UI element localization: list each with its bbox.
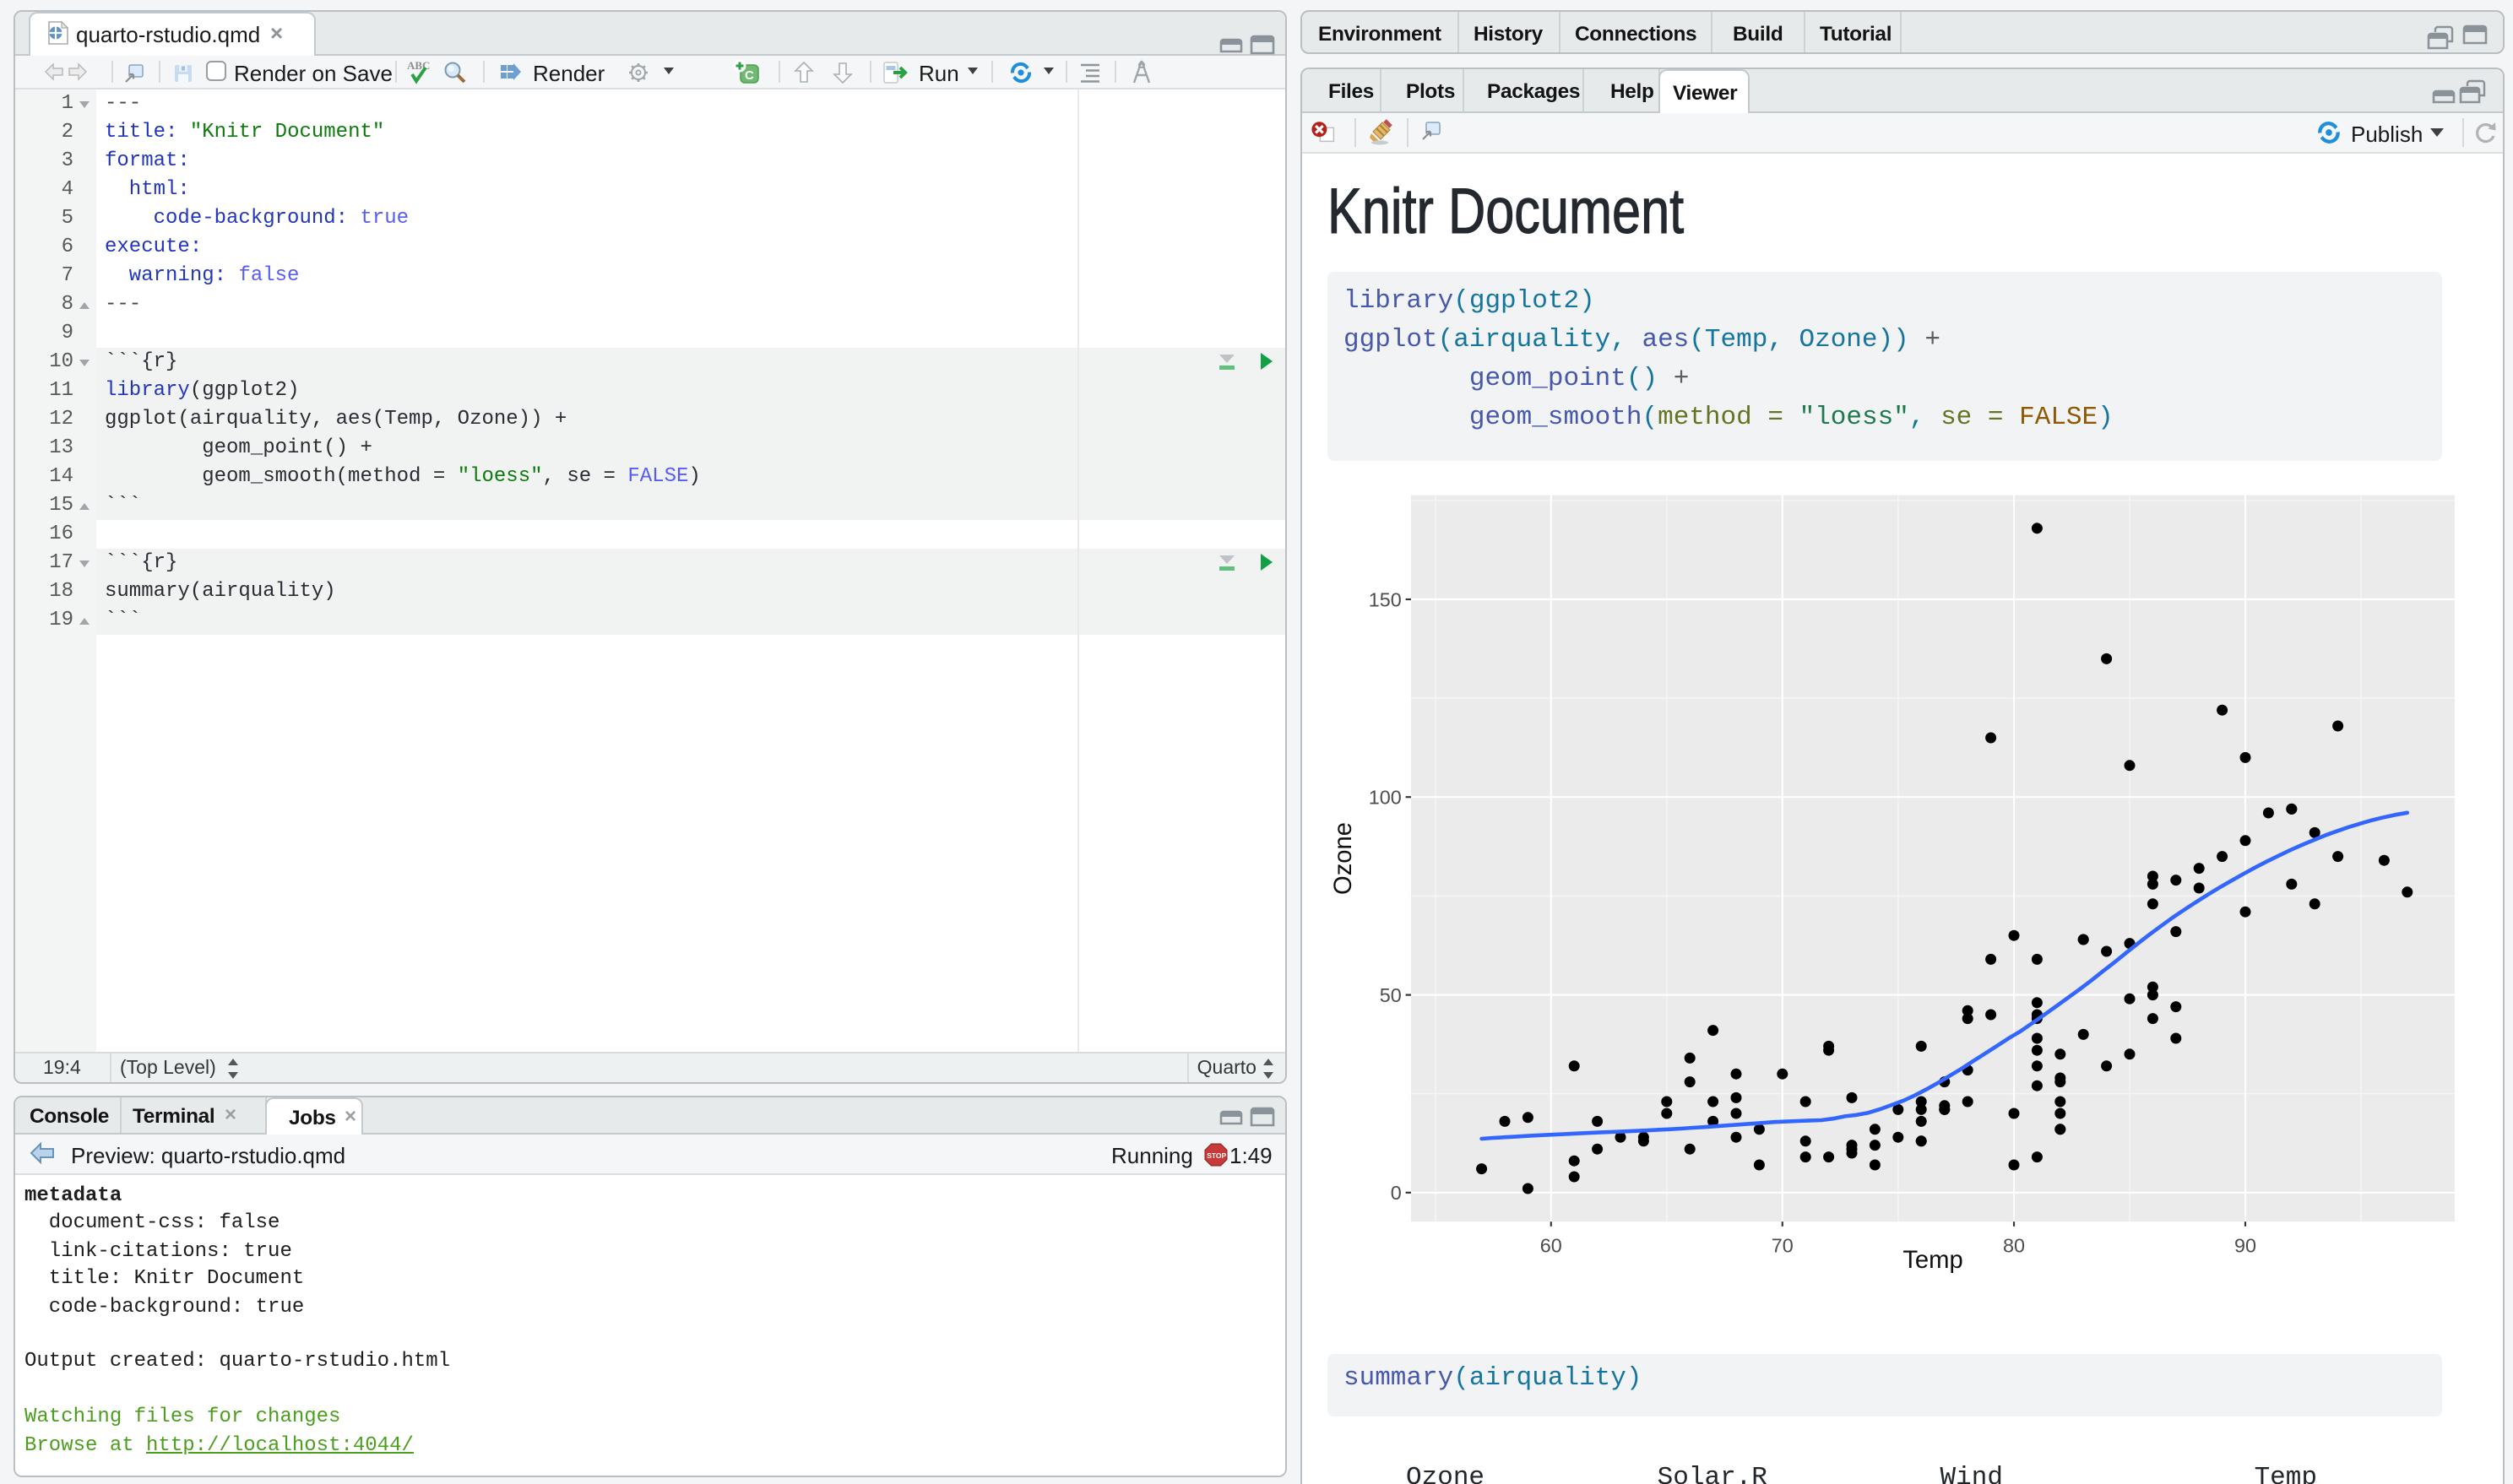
svg-text:0: 0 — [1391, 1182, 1402, 1204]
svg-text:Temp: Temp — [1902, 1247, 1962, 1274]
svg-text:C: C — [745, 68, 754, 83]
svg-text:60: 60 — [1540, 1235, 1562, 1257]
svg-text:Ozone: Ozone — [1330, 822, 1357, 895]
svg-text:STOP: STOP — [1207, 1151, 1226, 1159]
svg-text:80: 80 — [2003, 1235, 2025, 1257]
svg-text:100: 100 — [1369, 787, 1402, 809]
svg-text:90: 90 — [2234, 1235, 2256, 1257]
svg-text:70: 70 — [1772, 1235, 1794, 1257]
svg-text:50: 50 — [1380, 984, 1402, 1006]
svg-text:150: 150 — [1369, 588, 1402, 610]
svg-text:ABC: ABC — [406, 59, 429, 72]
